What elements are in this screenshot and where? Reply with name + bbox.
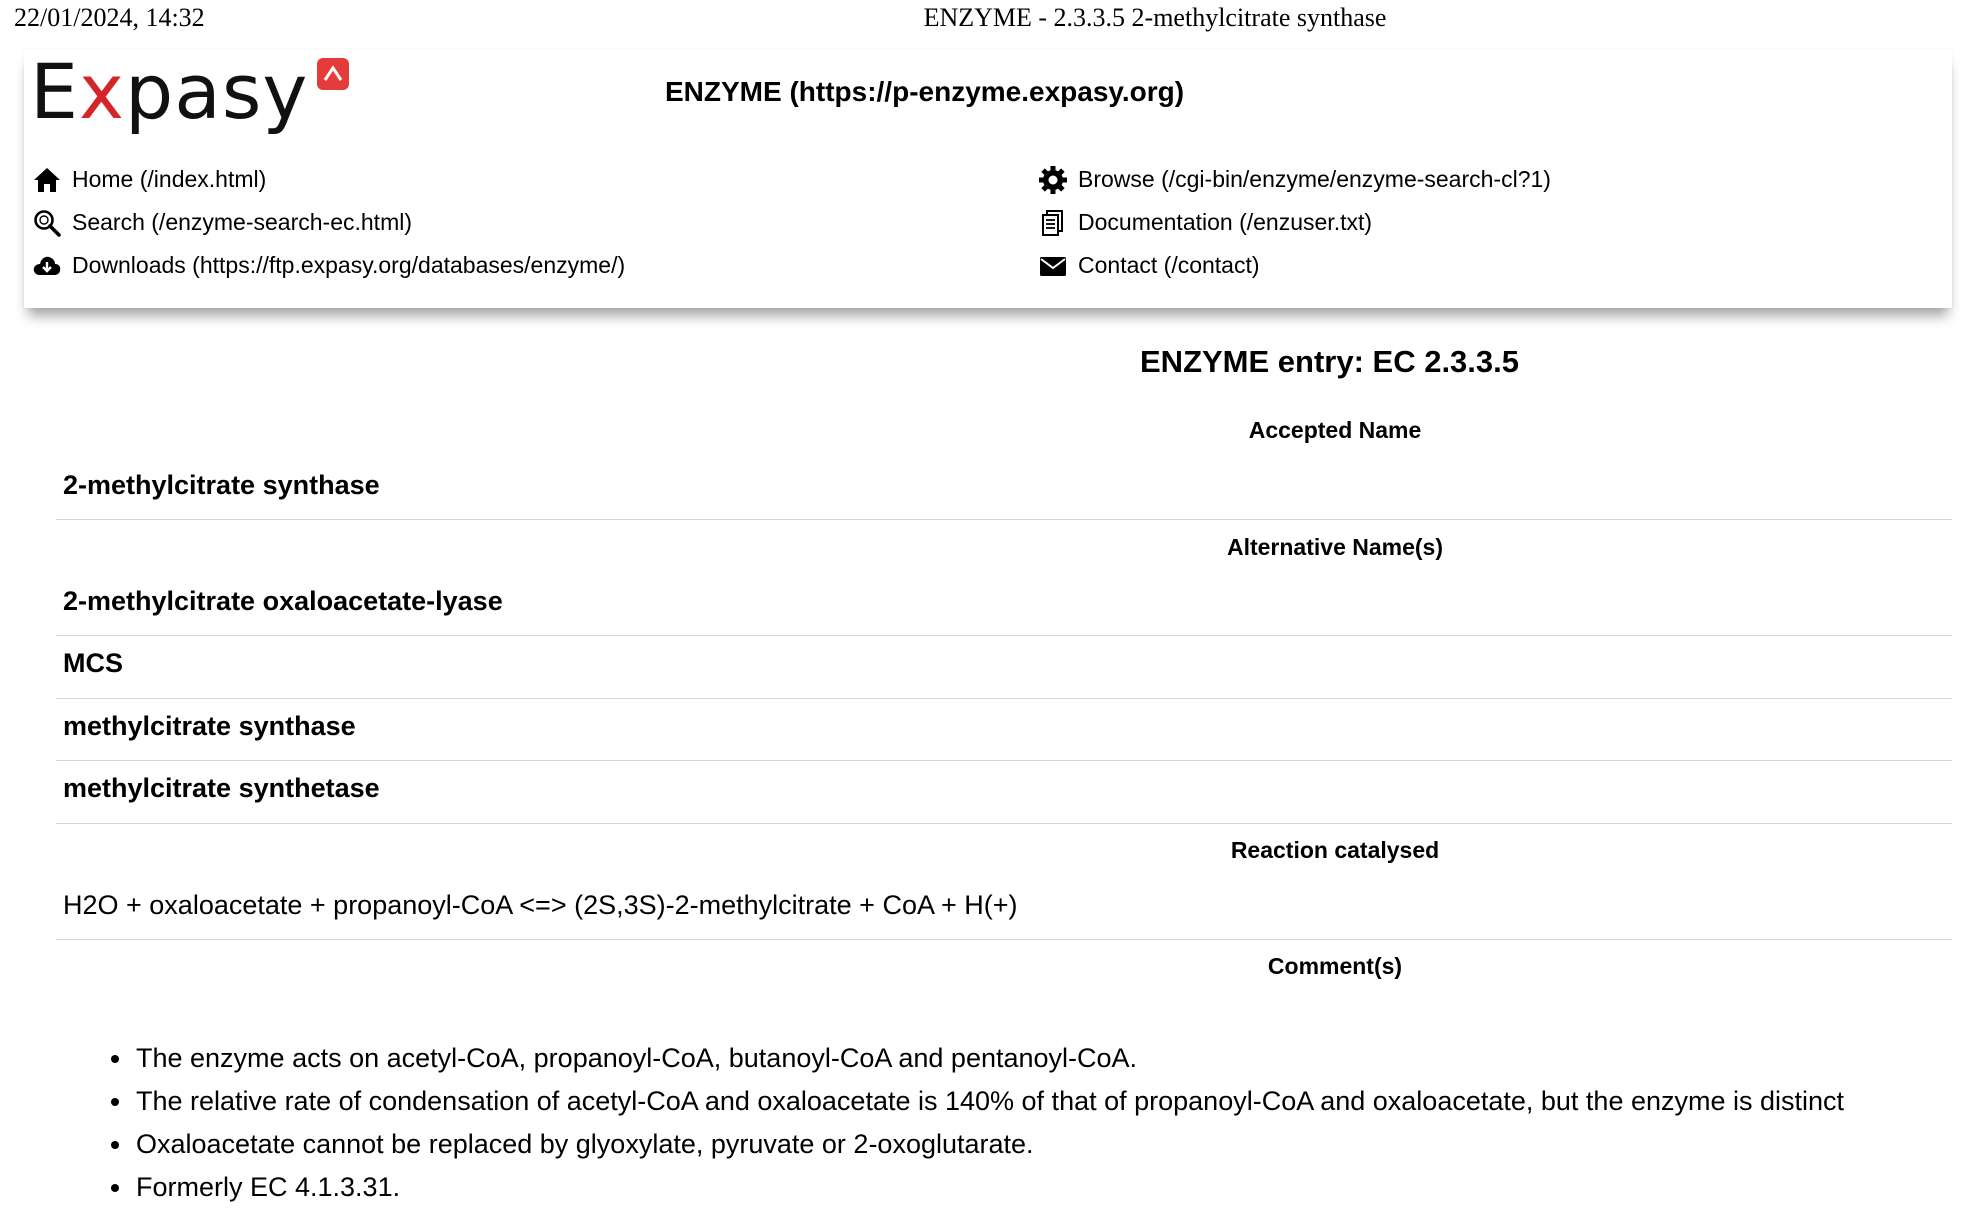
alternative-name-item: methylcitrate synthetase xyxy=(56,773,1952,824)
comment-item: Oxaloacetate cannot be replaced by glyox… xyxy=(134,1123,1844,1166)
nav-browse[interactable]: Browse (/cgi-bin/enzyme/enzyme-search-cl… xyxy=(1036,158,1551,201)
document-icon xyxy=(1036,206,1070,240)
nav-search[interactable]: Search (/enzyme-search-ec.html) xyxy=(30,201,625,244)
logo-mark-icon xyxy=(317,58,349,90)
reaction-equation: H2O + oxaloacetate + propanoyl-CoA <=> (… xyxy=(56,890,1952,940)
print-header: 22/01/2024, 14:32 ENZYME - 2.3.3.5 2-met… xyxy=(0,0,1978,40)
comment-item: Formerly EC 4.1.3.31. xyxy=(134,1166,1844,1209)
search-icon xyxy=(30,206,64,240)
nav-home[interactable]: Home (/index.html) xyxy=(30,158,625,201)
comments-heading: Comment(s) xyxy=(1267,953,1403,979)
alternative-name-item: MCS xyxy=(56,648,1952,699)
nav-home-label: Home (/index.html) xyxy=(72,166,267,192)
mail-icon xyxy=(1036,249,1070,283)
accepted-name: 2-methylcitrate synthase xyxy=(56,470,1952,520)
nav-right: Browse (/cgi-bin/enzyme/enzyme-search-cl… xyxy=(1036,158,1551,287)
home-icon xyxy=(30,163,64,197)
nav-left: Home (/index.html) Search (/enzyme-searc… xyxy=(30,158,625,287)
nav-search-label: Search (/enzyme-search-ec.html) xyxy=(72,209,412,235)
alternative-name-item: methylcitrate synthase xyxy=(56,711,1952,761)
entry-title: ENZYME entry: EC 2.3.3.5 xyxy=(1140,344,1520,379)
logo-wordmark: Expasy xyxy=(30,47,309,136)
nav-browse-label: Browse (/cgi-bin/enzyme/enzyme-search-cl… xyxy=(1078,166,1551,192)
comment-item: The enzyme acts on acetyl-CoA, propanoyl… xyxy=(134,1037,1844,1080)
nav-documentation-label: Documentation (/enzuser.txt) xyxy=(1078,209,1373,235)
nav-downloads[interactable]: Downloads (https://ftp.expasy.org/databa… xyxy=(30,244,625,287)
expasy-logo[interactable]: Expasy xyxy=(30,47,349,136)
print-page-title: ENZYME - 2.3.3.5 2-methylcitrate synthas… xyxy=(923,3,1387,32)
cloud-download-icon xyxy=(30,249,64,283)
alternative-name-item: 2-methylcitrate oxaloacetate-lyase xyxy=(56,586,1952,636)
nav-contact[interactable]: Contact (/contact) xyxy=(1036,244,1551,287)
gear-icon xyxy=(1036,163,1070,197)
site-title[interactable]: ENZYME (https://p-enzyme.expasy.org) xyxy=(665,76,1184,108)
alternative-names-heading: Alternative Name(s) xyxy=(1226,534,1444,560)
nav-contact-label: Contact (/contact) xyxy=(1078,252,1260,278)
nav-downloads-label: Downloads (https://ftp.expasy.org/databa… xyxy=(72,252,626,278)
comment-item: The relative rate of condensation of ace… xyxy=(134,1080,1844,1123)
nav-documentation[interactable]: Documentation (/enzuser.txt) xyxy=(1036,201,1551,244)
reaction-heading: Reaction catalysed xyxy=(1230,837,1440,863)
accepted-name-heading: Accepted Name xyxy=(1248,417,1422,443)
site-header: Expasy ENZYME (https://p-enzyme.expasy.o… xyxy=(24,50,1952,308)
comments-list: The enzyme acts on acetyl-CoA, propanoyl… xyxy=(100,1037,1844,1209)
